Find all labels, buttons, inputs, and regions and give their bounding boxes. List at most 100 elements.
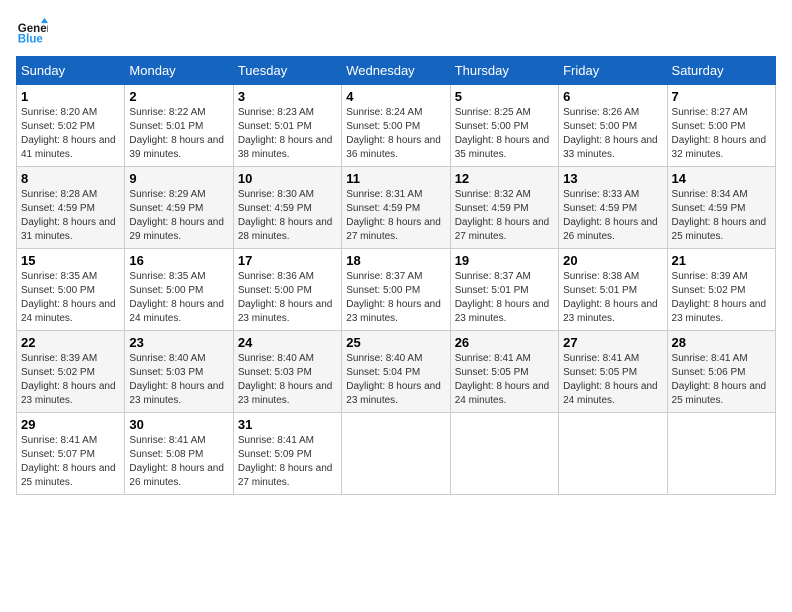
calendar-week-2: 8 Sunrise: 8:28 AMSunset: 4:59 PMDaylight…: [17, 167, 776, 249]
calendar-cell: 19 Sunrise: 8:37 AMSunset: 5:01 PMDayligh…: [450, 249, 558, 331]
day-info: Sunrise: 8:28 AMSunset: 4:59 PMDaylight:…: [21, 188, 120, 244]
day-info: Sunrise: 8:37 AMSunset: 5:01 PMDaylight:…: [455, 270, 554, 326]
day-info: Sunrise: 8:40 AMSunset: 5:03 PMDaylight:…: [129, 352, 228, 408]
day-header-wednesday: Wednesday: [342, 57, 450, 85]
day-number: 18: [346, 253, 445, 268]
day-info: Sunrise: 8:22 AMSunset: 5:01 PMDaylight:…: [129, 106, 228, 162]
day-number: 19: [455, 253, 554, 268]
calendar-cell: 2 Sunrise: 8:22 AMSunset: 5:01 PMDaylight…: [125, 85, 233, 167]
day-header-saturday: Saturday: [667, 57, 775, 85]
day-number: 10: [238, 171, 337, 186]
day-number: 24: [238, 335, 337, 350]
calendar-cell: 24 Sunrise: 8:40 AMSunset: 5:03 PMDayligh…: [233, 331, 341, 413]
calendar-cell: 27 Sunrise: 8:41 AMSunset: 5:05 PMDayligh…: [559, 331, 667, 413]
logo-icon: General Blue: [16, 16, 48, 48]
calendar-cell: 14 Sunrise: 8:34 AMSunset: 4:59 PMDayligh…: [667, 167, 775, 249]
day-info: Sunrise: 8:41 AMSunset: 5:07 PMDaylight:…: [21, 434, 120, 490]
day-header-friday: Friday: [559, 57, 667, 85]
calendar-cell: 15Sunrise: 8:35 AMSunset: 5:00 PMDayligh…: [17, 249, 125, 331]
day-number: 20: [563, 253, 662, 268]
calendar-cell: 8 Sunrise: 8:28 AMSunset: 4:59 PMDaylight…: [17, 167, 125, 249]
calendar-cell: 10 Sunrise: 8:30 AMSunset: 4:59 PMDayligh…: [233, 167, 341, 249]
calendar-cell: 13 Sunrise: 8:33 AMSunset: 4:59 PMDayligh…: [559, 167, 667, 249]
day-number: 1: [21, 89, 120, 104]
calendar-cell: [342, 413, 450, 495]
day-number: 4: [346, 89, 445, 104]
calendar-cell: 5 Sunrise: 8:25 AMSunset: 5:00 PMDaylight…: [450, 85, 558, 167]
day-number: 16: [129, 253, 228, 268]
calendar-cell: 18 Sunrise: 8:37 AMSunset: 5:00 PMDayligh…: [342, 249, 450, 331]
day-number: 28: [672, 335, 771, 350]
calendar-cell: 9 Sunrise: 8:29 AMSunset: 4:59 PMDaylight…: [125, 167, 233, 249]
page-header: General Blue: [16, 16, 776, 48]
day-info: Sunrise: 8:27 AMSunset: 5:00 PMDaylight:…: [672, 106, 771, 162]
day-info: Sunrise: 8:41 AMSunset: 5:05 PMDaylight:…: [563, 352, 662, 408]
day-number: 13: [563, 171, 662, 186]
day-number: 2: [129, 89, 228, 104]
day-number: 22: [21, 335, 120, 350]
calendar-cell: 3 Sunrise: 8:23 AMSunset: 5:01 PMDaylight…: [233, 85, 341, 167]
day-number: 3: [238, 89, 337, 104]
day-info: Sunrise: 8:37 AMSunset: 5:00 PMDaylight:…: [346, 270, 445, 326]
calendar-table: SundayMondayTuesdayWednesdayThursdayFrid…: [16, 56, 776, 495]
day-number: 6: [563, 89, 662, 104]
day-number: 26: [455, 335, 554, 350]
calendar-cell: 22 Sunrise: 8:39 AMSunset: 5:02 PMDayligh…: [17, 331, 125, 413]
day-number: 21: [672, 253, 771, 268]
day-info: Sunrise: 8:25 AMSunset: 5:00 PMDaylight:…: [455, 106, 554, 162]
day-info: Sunrise: 8:32 AMSunset: 4:59 PMDaylight:…: [455, 188, 554, 244]
day-number: 5: [455, 89, 554, 104]
calendar-cell: [667, 413, 775, 495]
day-info: Sunrise: 8:41 AMSunset: 5:05 PMDaylight:…: [455, 352, 554, 408]
calendar-cell: 6 Sunrise: 8:26 AMSunset: 5:00 PMDaylight…: [559, 85, 667, 167]
day-info: Sunrise: 8:38 AMSunset: 5:01 PMDaylight:…: [563, 270, 662, 326]
day-number: 11: [346, 171, 445, 186]
day-info: Sunrise: 8:34 AMSunset: 4:59 PMDaylight:…: [672, 188, 771, 244]
calendar-cell: [450, 413, 558, 495]
calendar-week-4: 22 Sunrise: 8:39 AMSunset: 5:02 PMDayligh…: [17, 331, 776, 413]
day-info: Sunrise: 8:39 AMSunset: 5:02 PMDaylight:…: [672, 270, 771, 326]
day-number: 8: [21, 171, 120, 186]
day-info: Sunrise: 8:40 AMSunset: 5:03 PMDaylight:…: [238, 352, 337, 408]
day-number: 7: [672, 89, 771, 104]
calendar-cell: 4 Sunrise: 8:24 AMSunset: 5:00 PMDaylight…: [342, 85, 450, 167]
calendar-cell: 7 Sunrise: 8:27 AMSunset: 5:00 PMDaylight…: [667, 85, 775, 167]
day-number: 14: [672, 171, 771, 186]
day-info: Sunrise: 8:30 AMSunset: 4:59 PMDaylight:…: [238, 188, 337, 244]
calendar-cell: 28 Sunrise: 8:41 AMSunset: 5:06 PMDayligh…: [667, 331, 775, 413]
day-info: Sunrise: 8:35 AMSunset: 5:00 PMDaylight:…: [21, 270, 120, 326]
calendar-week-3: 15Sunrise: 8:35 AMSunset: 5:00 PMDayligh…: [17, 249, 776, 331]
calendar-cell: 30 Sunrise: 8:41 AMSunset: 5:08 PMDayligh…: [125, 413, 233, 495]
day-info: Sunrise: 8:24 AMSunset: 5:00 PMDaylight:…: [346, 106, 445, 162]
day-number: 9: [129, 171, 228, 186]
day-number: 30: [129, 417, 228, 432]
calendar-cell: 1Sunrise: 8:20 AMSunset: 5:02 PMDaylight…: [17, 85, 125, 167]
calendar-cell: 11Sunrise: 8:31 AMSunset: 4:59 PMDayligh…: [342, 167, 450, 249]
day-info: Sunrise: 8:40 AMSunset: 5:04 PMDaylight:…: [346, 352, 445, 408]
calendar-cell: 26 Sunrise: 8:41 AMSunset: 5:05 PMDayligh…: [450, 331, 558, 413]
calendar-cell: 21 Sunrise: 8:39 AMSunset: 5:02 PMDayligh…: [667, 249, 775, 331]
day-info: Sunrise: 8:33 AMSunset: 4:59 PMDaylight:…: [563, 188, 662, 244]
logo: General Blue: [16, 16, 52, 48]
calendar-cell: 12 Sunrise: 8:32 AMSunset: 4:59 PMDayligh…: [450, 167, 558, 249]
day-number: 31: [238, 417, 337, 432]
calendar-header-row: SundayMondayTuesdayWednesdayThursdayFrid…: [17, 57, 776, 85]
calendar-cell: 20 Sunrise: 8:38 AMSunset: 5:01 PMDayligh…: [559, 249, 667, 331]
calendar-cell: 23 Sunrise: 8:40 AMSunset: 5:03 PMDayligh…: [125, 331, 233, 413]
day-info: Sunrise: 8:23 AMSunset: 5:01 PMDaylight:…: [238, 106, 337, 162]
day-number: 25: [346, 335, 445, 350]
day-info: Sunrise: 8:41 AMSunset: 5:08 PMDaylight:…: [129, 434, 228, 490]
day-number: 27: [563, 335, 662, 350]
calendar-week-1: 1Sunrise: 8:20 AMSunset: 5:02 PMDaylight…: [17, 85, 776, 167]
day-info: Sunrise: 8:26 AMSunset: 5:00 PMDaylight:…: [563, 106, 662, 162]
day-info: Sunrise: 8:39 AMSunset: 5:02 PMDaylight:…: [21, 352, 120, 408]
day-number: 23: [129, 335, 228, 350]
calendar-cell: [559, 413, 667, 495]
day-header-thursday: Thursday: [450, 57, 558, 85]
day-info: Sunrise: 8:29 AMSunset: 4:59 PMDaylight:…: [129, 188, 228, 244]
day-number: 29: [21, 417, 120, 432]
day-number: 12: [455, 171, 554, 186]
svg-text:Blue: Blue: [18, 34, 44, 46]
day-header-tuesday: Tuesday: [233, 57, 341, 85]
day-info: Sunrise: 8:41 AMSunset: 5:06 PMDaylight:…: [672, 352, 771, 408]
